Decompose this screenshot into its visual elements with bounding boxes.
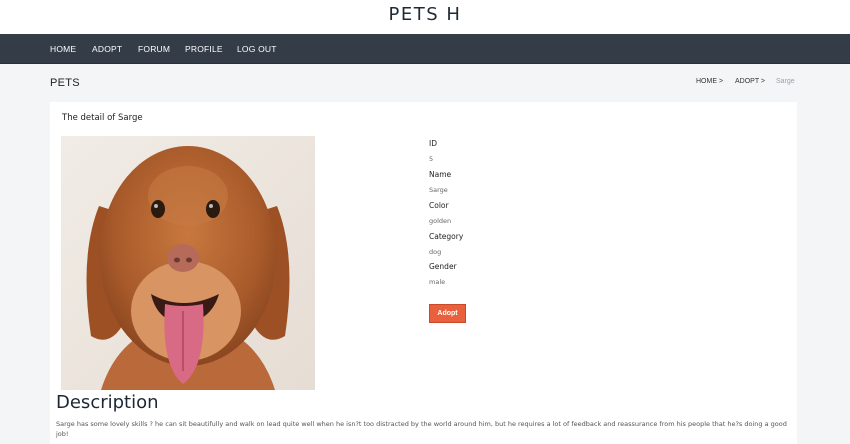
page-title: PETS	[50, 77, 80, 89]
dog-illustration	[61, 136, 315, 390]
nav-adopt[interactable]: ADOPT	[92, 44, 122, 54]
field-value-id: 5	[429, 155, 434, 163]
adopt-button[interactable]: Adopt	[429, 304, 466, 323]
dog-photo	[61, 136, 315, 390]
field-value-color: golden	[429, 217, 452, 225]
nav-profile[interactable]: PROFILE	[185, 44, 223, 54]
detail-heading: The detail of Sarge	[62, 113, 143, 123]
brand-bar: PETS H	[0, 0, 850, 34]
nav-home[interactable]: HOME	[50, 44, 76, 54]
breadcrumb-current: Sarge	[776, 78, 795, 85]
field-label-name: Name	[429, 170, 452, 179]
field-value-gender: male	[429, 278, 446, 286]
nav-forum[interactable]: FORUM	[138, 44, 170, 54]
breadcrumb-adopt[interactable]: ADOPT >	[735, 78, 765, 85]
main-nav: HOME ADOPT FORUM PROFILE LOG OUT	[0, 34, 850, 64]
description-title: Description	[56, 392, 159, 413]
pet-detail-card: The detail of Sarge ID 5 Name Sarge Colo…	[50, 102, 797, 444]
breadcrumb-home[interactable]: HOME >	[696, 78, 723, 85]
field-label-gender: Gender	[429, 262, 457, 271]
field-label-id: ID	[429, 139, 437, 148]
field-label-color: Color	[429, 201, 449, 210]
field-value-category: dog	[429, 248, 442, 256]
field-value-name: Sarge	[429, 186, 448, 194]
field-label-category: Category	[429, 232, 464, 241]
site-title: PETS H	[388, 4, 462, 25]
nav-logout[interactable]: LOG OUT	[237, 44, 277, 54]
page-header: PETS HOME > ADOPT > Sarge	[0, 64, 850, 102]
description-text: Sarge has some lovely skills ? he can si…	[56, 420, 787, 438]
